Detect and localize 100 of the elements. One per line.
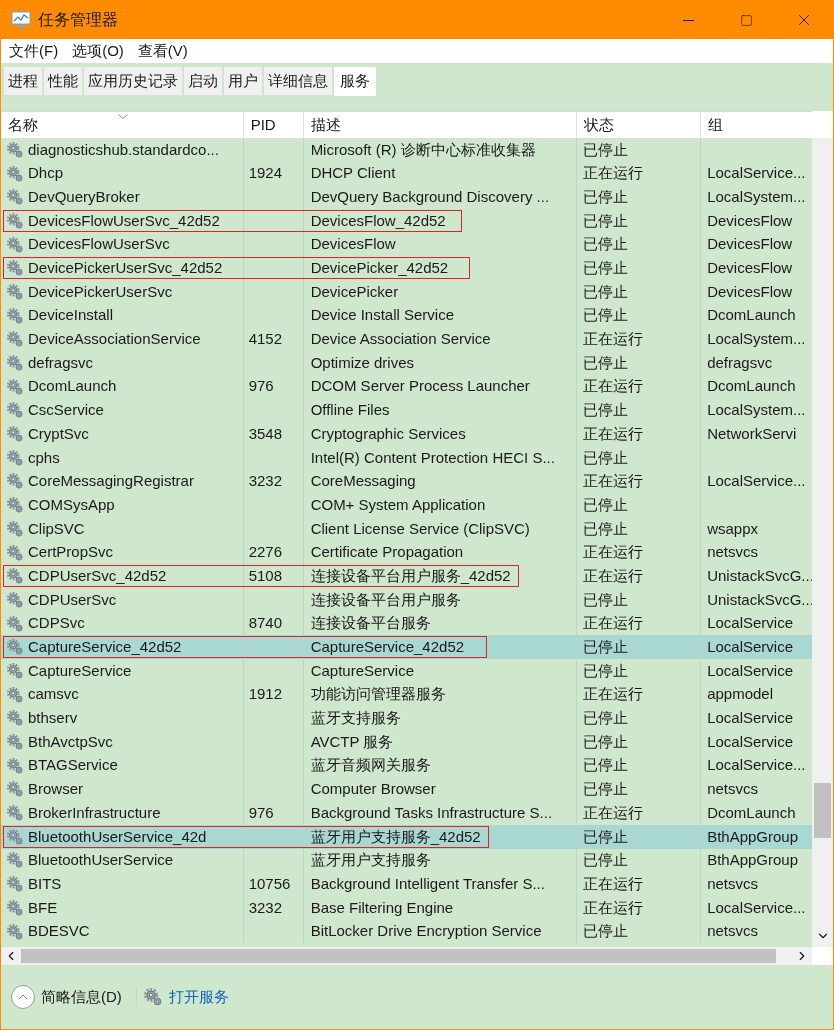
table-cell-text: 已停止 xyxy=(583,660,629,681)
table-row[interactable]: DevicesFlowUserSvc_42d52 DevicesFlow_42d52 已停止 DevicesFlow xyxy=(1,209,812,233)
table-cell-text: BitLocker Drive Encryption Service xyxy=(310,921,542,942)
collapse-button[interactable] xyxy=(11,985,35,1009)
tab[interactable]: 启动 xyxy=(184,67,222,95)
table-row[interactable]: CscService Offline Files 已停止 LocalSystem... xyxy=(1,398,812,423)
table-cell-text: 1912 xyxy=(248,684,283,705)
table-row[interactable]: COMSysApp COM+ System Application 已停止 xyxy=(1,493,812,517)
table-row[interactable]: camsvc 1912 功能访问管理器服务 正在运行 appmodel xyxy=(1,682,812,707)
table-row[interactable]: CryptSvc 3548 Cryptographic Services 正在运行 NetworkServi xyxy=(1,422,812,446)
table-cell-text: 已停止 xyxy=(583,850,629,871)
table-cell-text: Browser xyxy=(28,779,83,800)
table-row[interactable]: CDPUserSvc 连接设备平台用户服务 已停止 UnistackSvcG... xyxy=(1,588,812,612)
menu-item[interactable]: 文件(F) xyxy=(9,39,59,63)
tab[interactable]: 性能 xyxy=(44,67,82,95)
table-cell-text: netsvcs xyxy=(707,542,758,563)
menu-item[interactable]: 查看(V) xyxy=(137,39,188,63)
table-cell-text: CaptureService xyxy=(310,660,414,681)
table-row[interactable]: CaptureService CaptureService 已停止 LocalService xyxy=(1,659,812,683)
table-row[interactable]: DeviceAssociationService 4152 Device Association Service 正在运行 LocalSystem... xyxy=(1,327,812,352)
table-cell-text: AVCTP 服务 xyxy=(310,731,394,752)
table-row[interactable]: DevicesFlowUserSvc DevicesFlow 已停止 DevicesFlow xyxy=(1,232,812,257)
table-row[interactable]: bthserv 蓝牙支持服务 已停止 LocalService xyxy=(1,706,812,731)
column-header[interactable]: 状态 xyxy=(584,113,615,137)
gears-icon xyxy=(6,401,24,420)
table-cell-text: 正在运行 xyxy=(583,471,644,492)
minimize-icon xyxy=(682,19,694,21)
table-cell-text: DevicePickerUserSvc xyxy=(28,281,173,302)
table-row[interactable]: BTAGService 蓝牙音频网关服务 已停止 LocalService... xyxy=(1,753,812,778)
table-cell-text: 4152 xyxy=(248,329,283,350)
gears-icon xyxy=(6,282,24,301)
open-services-link[interactable]: 打开服务 xyxy=(168,985,229,1009)
table-cell-text: DeviceInstall xyxy=(28,305,114,326)
column-header[interactable]: 组 xyxy=(708,113,724,137)
column-header[interactable]: 名称 xyxy=(8,113,38,137)
table-cell-text: 正在运行 xyxy=(583,565,644,586)
table-row[interactable]: CaptureService_42d52 CaptureService_42d52 已停止 LocalService xyxy=(1,635,812,660)
table-cell-text: 已停止 xyxy=(583,400,629,421)
sort-caret-icon xyxy=(118,114,128,119)
table-row[interactable]: BITS 10756 Background Intelligent Transfer S... 正在运行 netsvcs xyxy=(1,872,812,896)
table-cell-text: 蓝牙支持服务 xyxy=(310,708,401,729)
table-row[interactable]: BFE 3232 Base Filtering Engine 正在运行 LocalService... xyxy=(1,896,812,920)
table-row[interactable]: BDESVC BitLocker Drive Encryption Service 已停止 netsvcs xyxy=(1,919,812,944)
gears-icon xyxy=(6,543,24,562)
table-row[interactable]: DcomLaunch 976 DCOM Server Process Launcher 正在运行 DcomLaunch xyxy=(1,374,812,399)
tab[interactable]: 用户 xyxy=(224,67,262,95)
table-cell-text: 3548 xyxy=(248,423,283,444)
table-cell-text: DevicesFlow xyxy=(707,281,793,302)
table-row[interactable]: DeviceInstall Device Install Service 已停止 DcomLaunch xyxy=(1,303,812,328)
table-cell-text: DevicesFlow xyxy=(707,258,793,279)
gears-icon xyxy=(6,709,24,728)
menu-item[interactable]: 选项(O) xyxy=(72,39,124,63)
table-cell-text: defragsvc xyxy=(28,352,94,373)
table-row[interactable]: CDPUserSvc_42d52 5108 连接设备平台用户服务_42d52 正在运行 UnistackSvcG... xyxy=(1,564,812,589)
table-cell-text: LocalService xyxy=(707,613,794,634)
table-row[interactable]: Browser Computer Browser 已停止 netsvcs xyxy=(1,777,812,802)
table-row[interactable]: cphs Intel(R) Content Protection HECI S... 已停止 xyxy=(1,445,812,470)
table-cell-text: BITS xyxy=(28,873,62,894)
table-row[interactable]: Dhcp 1924 DHCP Client 正在运行 LocalService... xyxy=(1,161,812,186)
table-cell-text: CscService xyxy=(28,400,104,421)
table-row[interactable]: diagnosticshub.standardco... Microsoft (R) 诊断中心标准收集器 已停止 xyxy=(1,138,812,162)
tab[interactable]: 详细信息 xyxy=(264,67,332,95)
table-cell-text: BthAvctpSvc xyxy=(28,731,113,752)
table-row[interactable]: defragsvc Optimize drives 已停止 defragsvc xyxy=(1,351,812,375)
gears-icon xyxy=(6,590,24,609)
table-row[interactable]: DevicePickerUserSvc_42d52 DevicePicker_42d52 已停止 DevicesFlow xyxy=(1,256,812,281)
table-cell-text: Computer Browser xyxy=(310,779,436,800)
table-row[interactable]: BluetoothUserService_42d 蓝牙用户支持服务_42d52 已停止 BthAppGroup xyxy=(1,824,812,849)
table-row[interactable]: CoreMessagingRegistrar 3232 CoreMessaging 正在运行 LocalService... xyxy=(1,469,812,494)
table-cell-text: 正在运行 xyxy=(583,613,644,634)
column-header[interactable]: 描述 xyxy=(310,113,341,137)
gears-icon xyxy=(6,519,24,538)
table-cell-text: Cryptographic Services xyxy=(310,423,466,444)
gears-icon xyxy=(6,898,24,917)
table-row[interactable]: BluetoothUserService 蓝牙用户支持服务 已停止 BthAppGroup xyxy=(1,848,812,873)
gears-icon xyxy=(6,827,24,846)
table-cell-text: UnistackSvcG... xyxy=(707,565,812,586)
column-header[interactable]: PID xyxy=(250,113,276,137)
gears-icon xyxy=(6,804,24,823)
table-cell-text: defragsvc xyxy=(707,352,773,373)
table-row[interactable]: DevQueryBroker DevQuery Background Discovery ... 已停止 LocalSystem... xyxy=(1,185,812,210)
table-row[interactable]: DevicePickerUserSvc DevicePicker 已停止 DevicesFlow xyxy=(1,280,812,304)
table-cell-text: 已停止 xyxy=(583,139,629,160)
table-cell-text: Microsoft (R) 诊断中心标准收集器 xyxy=(310,139,536,160)
tab[interactable]: 进程 xyxy=(4,67,42,95)
table-cell-text: 已停止 xyxy=(583,305,629,326)
table-row[interactable]: BthAvctpSvc AVCTP 服务 已停止 LocalService xyxy=(1,730,812,754)
table-cell-text: 已停止 xyxy=(583,731,629,752)
table-row[interactable]: BrokerInfrastructure 976 Background Tasks Infrastructure S... 正在运行 DcomLaunch xyxy=(1,801,812,825)
table-cell-text: Background Intelligent Transfer S... xyxy=(310,873,545,894)
details-toggle-link[interactable]: 简略信息(D) xyxy=(41,985,122,1009)
table-cell-text: 连接设备平台服务 xyxy=(310,613,431,634)
table-row[interactable]: CertPropSvc 2276 Certificate Propagation 正在运行 netsvcs xyxy=(1,540,812,565)
tab[interactable]: 应用历史记录 xyxy=(84,67,182,95)
table-cell-text: 已停止 xyxy=(583,210,629,231)
table-cell-text: 976 xyxy=(248,802,274,823)
maximize-icon xyxy=(739,13,753,27)
tab[interactable]: 服务 xyxy=(334,67,376,96)
table-row[interactable]: ClipSVC Client License Service (ClipSVC) 已停止 wsappx xyxy=(1,517,812,541)
table-cell-text: 正在运行 xyxy=(583,684,644,705)
